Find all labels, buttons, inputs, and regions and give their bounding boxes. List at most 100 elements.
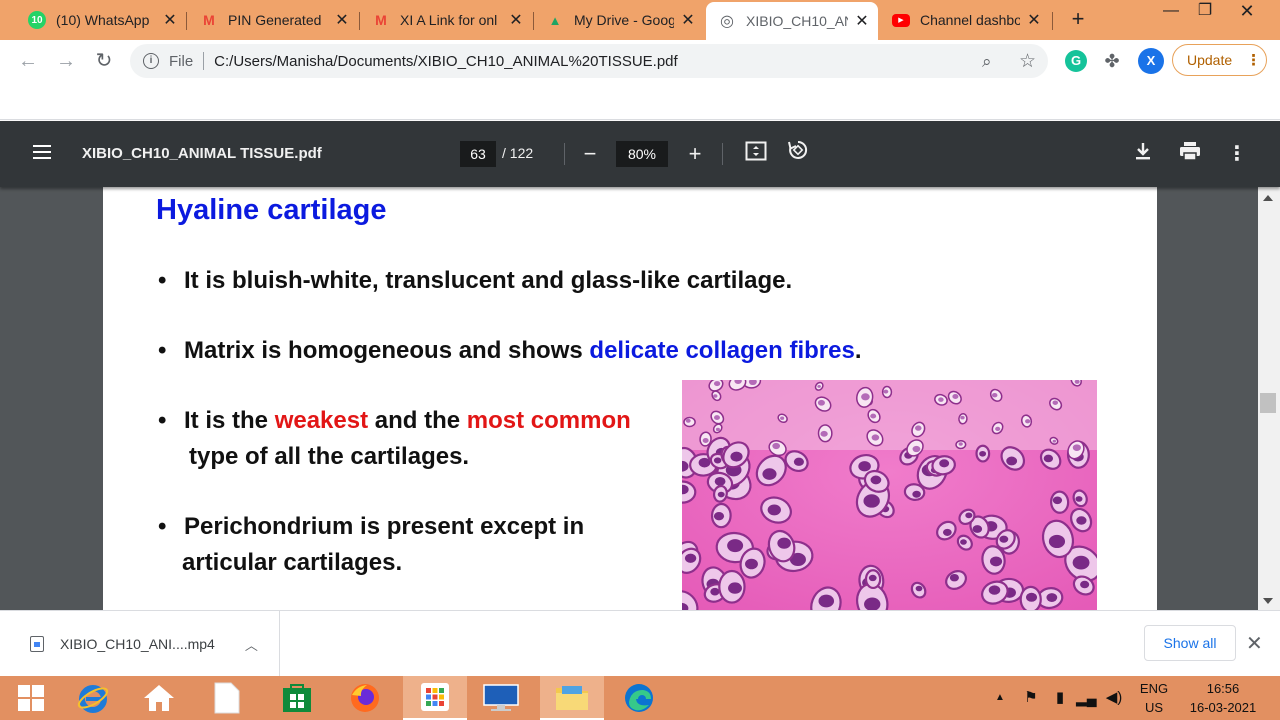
internet-explorer-icon (77, 685, 109, 713)
url-text[interactable]: C:/Users/Manisha/Documents/XIBIO_CH10_AN… (214, 53, 678, 70)
print-button[interactable] (1175, 139, 1205, 169)
home-taskbar[interactable] (130, 676, 188, 720)
chevron-up-icon[interactable]: ︿ (245, 635, 258, 654)
close-icon[interactable]: ✕ (162, 10, 178, 30)
page-number-input[interactable]: 63 (460, 141, 496, 167)
close-icon[interactable]: ✕ (508, 10, 524, 30)
volume-icon[interactable]: ◀) (1104, 676, 1124, 720)
new-tab-button[interactable]: + (1064, 6, 1092, 34)
internet-explorer-taskbar[interactable] (64, 676, 122, 720)
download-item[interactable]: XIBIO_CH10_ANI....mp4 ︿ (24, 611, 280, 677)
clock-time: 16:56 (1206, 681, 1240, 696)
tab-whatsapp[interactable]: 10 (10) WhatsApp ✕ (16, 4, 186, 36)
chondrocyte-nucleus (713, 415, 720, 420)
chondrocyte-nucleus (1043, 454, 1054, 463)
tab-my-drive[interactable]: ▲ My Drive - Goog ✕ (534, 4, 704, 36)
bullet-text: It is the (184, 407, 275, 434)
address-bar[interactable]: i File C:/Users/Manisha/Documents/XIBIO_… (130, 44, 1048, 78)
bullet-1: • It is bluish-white, translucent and gl… (158, 263, 792, 299)
chrome-apps-taskbar[interactable] (403, 676, 467, 720)
close-icon[interactable]: ✕ (680, 10, 696, 30)
tab-channel-dashboard[interactable]: ▶ Channel dashbo ✕ (880, 4, 1050, 36)
chondrocyte-nucleus (863, 494, 880, 508)
vertical-scrollbar[interactable] (1258, 187, 1280, 610)
profile-avatar[interactable]: X (1138, 48, 1164, 74)
tab-pin-generated[interactable]: M PIN Generated ✕ (188, 4, 358, 36)
tab-label: Channel dashbo (920, 12, 1020, 28)
scroll-down-arrow[interactable] (1263, 598, 1273, 604)
forward-button[interactable]: → (52, 47, 80, 75)
clock[interactable]: 16:56 16-03-2021 (1182, 676, 1264, 720)
edge-taskbar[interactable] (610, 676, 668, 720)
chondrocyte-nucleus (777, 537, 791, 549)
tab-xi-a-link[interactable]: M XI A Link for onl ✕ (360, 4, 532, 36)
lenovo-taskbar[interactable] (472, 676, 530, 720)
minimize-button[interactable]: — (1152, 0, 1190, 24)
grammarly-icon[interactable]: G (1065, 50, 1087, 72)
update-button[interactable]: Update ⋮ (1172, 44, 1267, 76)
bullet-dot: • (158, 513, 167, 540)
start-button[interactable] (2, 676, 60, 720)
hyaline-cartilage-micrograph (682, 380, 1097, 610)
close-icon[interactable]: ✕ (1246, 631, 1263, 656)
bullet-4-continued: articular cartilages. (182, 549, 403, 576)
tab-pdf-active[interactable]: ◎ XIBIO_CH10_AN ✕ (706, 2, 878, 40)
chondrocyte-nucleus (988, 585, 1001, 595)
chondrocyte-nucleus (1006, 456, 1018, 466)
chondrocyte-nucleus (818, 594, 835, 608)
chondrocyte-nucleus (870, 413, 877, 419)
tab-label: XIBIO_CH10_AN (746, 13, 848, 29)
windows-taskbar: ▲ ⚑ ▮ ▂▄ ◀) ENG US 16:56 16-03-2021 (0, 676, 1280, 720)
divider (564, 143, 565, 165)
chondrocyte-nucleus (960, 415, 965, 420)
chondrocyte-nucleus (713, 457, 722, 464)
tab-strip: 10 (10) WhatsApp ✕ M PIN Generated ✕ M X… (0, 0, 1280, 40)
wifi-signal-icon[interactable]: ▂▄ (1076, 676, 1097, 720)
battery-icon[interactable]: ▮ (1050, 676, 1070, 720)
close-icon[interactable]: ✕ (854, 11, 870, 31)
pdf-viewer[interactable]: Hyaline cartilage • It is bluish-white, … (0, 187, 1280, 610)
chondrocyte-nucleus (942, 528, 952, 536)
maximize-button[interactable]: ❐ (1186, 0, 1224, 24)
zoom-level-input[interactable]: 80% (616, 141, 668, 167)
edge-icon (625, 684, 653, 712)
close-icon[interactable]: ✕ (1026, 10, 1042, 30)
bookmark-star-icon[interactable]: ☆ (1019, 50, 1036, 73)
back-button[interactable]: ← (14, 47, 42, 75)
chondrocyte-nucleus (730, 451, 743, 462)
download-button[interactable] (1128, 139, 1158, 169)
language-indicator[interactable]: ENG US (1132, 676, 1176, 720)
document-taskbar[interactable] (198, 676, 256, 720)
extensions-puzzle-icon[interactable]: ✤ (1101, 50, 1123, 72)
divider (722, 143, 723, 165)
firefox-taskbar[interactable] (336, 676, 394, 720)
network-flag-icon[interactable]: ⚑ (1020, 676, 1042, 720)
scroll-up-arrow[interactable] (1263, 195, 1273, 201)
info-icon[interactable]: i (143, 53, 159, 69)
print-icon (1180, 142, 1200, 161)
rotate-button[interactable] (783, 139, 813, 169)
close-icon[interactable]: ✕ (334, 10, 350, 30)
download-icon (1136, 143, 1150, 160)
chondrocyte-nucleus (1076, 516, 1087, 525)
chondrocyte-nucleus (871, 434, 880, 441)
file-explorer-taskbar[interactable] (540, 676, 604, 720)
chondrocyte-nucleus (684, 553, 697, 563)
menu-icon[interactable] (33, 145, 51, 159)
more-options-button[interactable]: ⋮ (1222, 139, 1252, 169)
show-hidden-icons-chevron[interactable]: ▲ (992, 676, 1008, 720)
fit-page-icon (745, 141, 767, 161)
close-window-button[interactable]: ✕ (1228, 0, 1266, 24)
zoom-search-icon[interactable]: ⌕ (982, 52, 992, 72)
scroll-thumb[interactable] (1260, 393, 1276, 413)
show-all-button[interactable]: Show all (1144, 625, 1236, 661)
fit-page-button[interactable] (741, 139, 771, 169)
zoom-in-button[interactable]: + (680, 139, 710, 169)
slide-title: Hyaline cartilage (156, 194, 387, 226)
bullet-dot: • (158, 407, 167, 434)
chondrocyte-nucleus (772, 442, 781, 450)
chondrocyte-nucleus (960, 539, 967, 545)
zoom-out-button[interactable]: − (575, 139, 605, 169)
reload-button[interactable]: ↻ (90, 47, 118, 75)
store-taskbar[interactable] (268, 676, 326, 720)
